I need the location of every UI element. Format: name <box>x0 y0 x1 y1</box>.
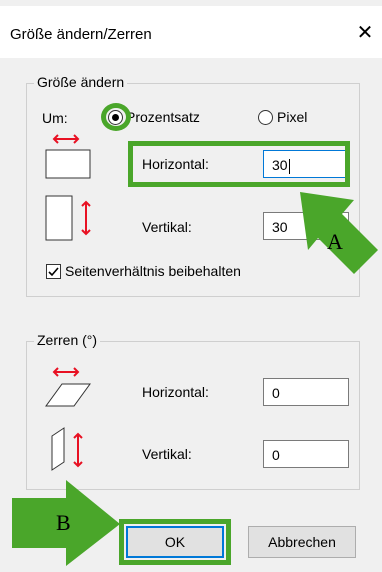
skew-vertical-icon <box>51 427 83 471</box>
keep-ratio-checkbox[interactable] <box>46 264 61 279</box>
resize-vertical-icon <box>45 195 91 241</box>
pixel-radio-label[interactable]: Pixel <box>277 109 307 125</box>
resize-vertical-label: Vertikal: <box>142 219 192 235</box>
percent-radio-highlight <box>101 103 131 131</box>
ok-button-highlight <box>119 519 231 565</box>
skew-vertical-input[interactable]: 0 <box>263 440 349 468</box>
cancel-button[interactable]: Abbrechen <box>248 526 356 558</box>
resize-by-label: Um: <box>42 110 68 126</box>
resize-horizontal-icon <box>45 134 91 179</box>
keep-ratio-label[interactable]: Seitenverhältnis beibehalten <box>65 263 241 279</box>
skew-horizontal-label: Horizontal: <box>142 384 209 400</box>
horizontal-field-highlight <box>128 141 350 187</box>
resize-skew-dialog: Größe ändern/Zerren ✕ Größe ändern Um: P… <box>0 6 382 572</box>
percent-radio-label[interactable]: Prozentsatz <box>126 109 200 125</box>
skew-horizontal-icon <box>45 367 91 407</box>
checkmark-icon <box>48 267 59 277</box>
skew-vertical-label: Vertikal: <box>142 446 192 462</box>
pixel-radio[interactable] <box>258 110 273 125</box>
dialog-title: Größe ändern/Zerren <box>10 26 152 43</box>
resize-group-legend: Größe ändern <box>34 74 128 90</box>
skew-group-legend: Zerren (°) <box>34 332 101 348</box>
title-bar: Größe ändern/Zerren ✕ <box>0 6 382 58</box>
skew-horizontal-value: 0 <box>272 385 280 401</box>
close-icon[interactable]: ✕ <box>352 20 378 46</box>
annotation-label-b: B <box>56 510 71 535</box>
annotation-label-a: A <box>327 229 343 254</box>
resize-vertical-value: 30 <box>272 219 288 235</box>
skew-horizontal-input[interactable]: 0 <box>263 378 349 406</box>
skew-vertical-value: 0 <box>272 447 280 463</box>
